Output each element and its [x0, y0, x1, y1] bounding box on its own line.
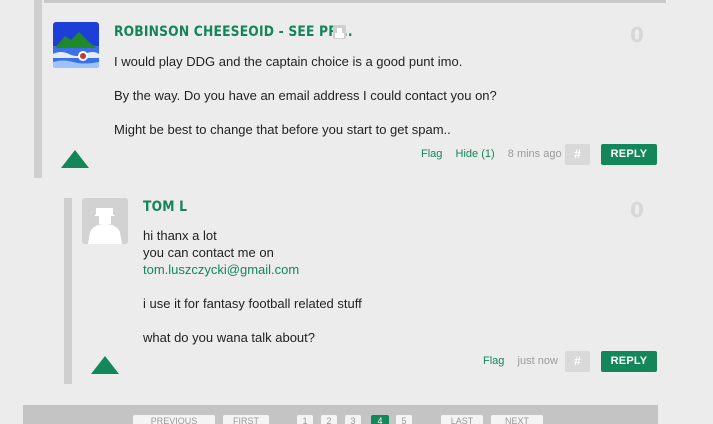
- comment-author[interactable]: ROBINSON CHEESEOID - SEE PR...: [114, 24, 353, 40]
- reply-button[interactable]: REPLY: [601, 144, 657, 165]
- upvote-arrow-icon[interactable]: [91, 356, 119, 374]
- comment-body: hi thanx a lot you can contact me on tom…: [143, 227, 362, 346]
- thread-rail: [64, 198, 72, 384]
- first-page-button[interactable]: FIRST: [223, 415, 269, 424]
- comment-paragraph: i use it for fantasy football related st…: [143, 296, 362, 311]
- comment-paragraph: what do you wana talk about?: [143, 330, 316, 345]
- comment-line: hi thanx a lot: [143, 228, 217, 243]
- thread-rail: [34, 0, 42, 178]
- comment-paragraph: By the way. Do you have an email address…: [114, 88, 497, 103]
- comment-author[interactable]: TOM L: [143, 199, 187, 215]
- next-page-button[interactable]: NEXT: [491, 415, 543, 424]
- comment-actions: Flag just now: [483, 355, 558, 367]
- avatar[interactable]: [53, 22, 99, 68]
- reply-button[interactable]: REPLY: [601, 351, 657, 372]
- comment-score: 0: [630, 23, 644, 47]
- page-button[interactable]: 1: [297, 415, 313, 424]
- comment-paragraph: Might be best to change that before you …: [114, 122, 451, 137]
- default-avatar-icon[interactable]: [82, 198, 128, 244]
- flag-link[interactable]: Flag: [483, 355, 504, 367]
- email-link[interactable]: tom.luszczycki@gmail.com: [143, 262, 299, 277]
- author-badge-icon: [333, 25, 346, 39]
- comment-timestamp: just now: [517, 355, 558, 367]
- permalink-button[interactable]: #: [565, 351, 590, 372]
- current-page-button[interactable]: 4: [371, 415, 389, 424]
- permalink-button[interactable]: #: [565, 144, 590, 165]
- comment-body: I would play DDG and the captain choice …: [114, 53, 497, 138]
- flag-link[interactable]: Flag: [421, 148, 442, 160]
- page-button[interactable]: 3: [345, 415, 361, 424]
- comment-score: 0: [630, 198, 644, 222]
- page-button[interactable]: 5: [396, 415, 412, 424]
- comment-actions: Flag Hide (1) 8 mins ago: [421, 148, 562, 160]
- pagination: PREVIOUS FIRST 1 2 3 4 5 LAST NEXT: [23, 405, 658, 424]
- comment-paragraph: I would play DDG and the captain choice …: [114, 54, 463, 69]
- upvote-arrow-icon[interactable]: [61, 150, 89, 168]
- thread-separator: [44, 0, 666, 3]
- last-page-button[interactable]: LAST: [441, 415, 483, 424]
- comment-timestamp: 8 mins ago: [507, 148, 562, 160]
- previous-page-button[interactable]: PREVIOUS: [133, 415, 215, 424]
- hide-link[interactable]: Hide (1): [456, 148, 495, 160]
- comment-line: you can contact me on: [143, 245, 274, 260]
- page-button[interactable]: 2: [321, 415, 337, 424]
